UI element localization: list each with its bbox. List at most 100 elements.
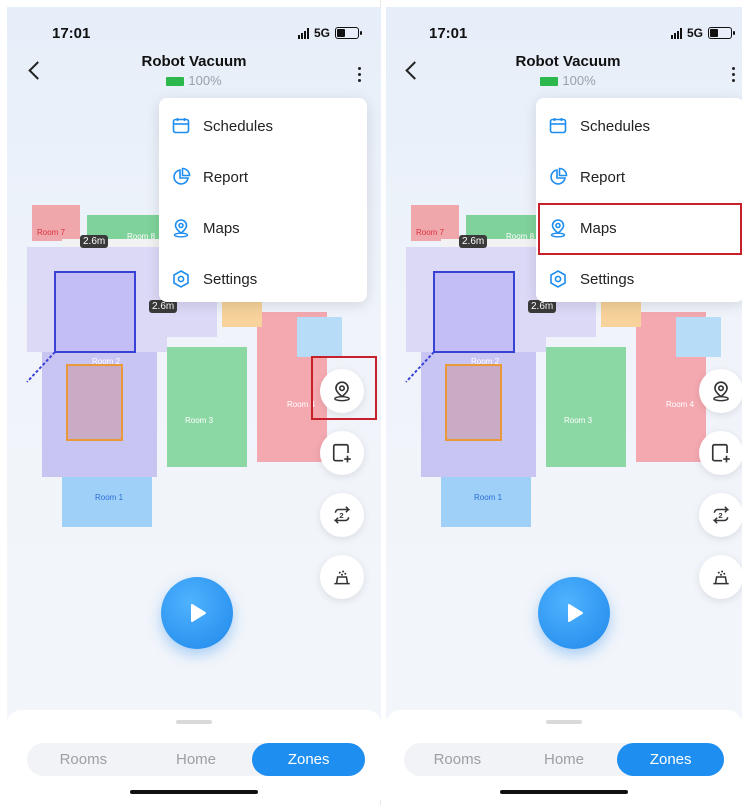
tab-home[interactable]: Home [140,743,253,776]
svg-text:2: 2 [339,511,343,520]
battery-icon [708,27,735,39]
mop-icon [334,570,350,585]
tab-rooms[interactable]: Rooms [404,743,511,776]
bottom-sheet: Rooms Home Zones [7,710,381,800]
more-menu-button[interactable] [352,67,366,82]
menu-item-schedules[interactable]: Schedules [536,101,742,151]
status-time: 17:01 [429,25,468,42]
dropdown-menu: Schedules Report Maps Settings [159,98,367,302]
svg-text:2: 2 [718,511,722,520]
phone-screen-right: 17:01 5G Robot Vacuum 100% Room 7 Room 8… [386,7,742,800]
bottom-sheet: Rooms Home Zones [386,710,742,800]
sheet-grabber[interactable] [546,720,582,724]
battery-badge-icon [540,77,559,87]
room-label: Room 3 [185,416,214,425]
tab-zones[interactable]: Zones [252,743,366,776]
map-pin-icon [713,381,729,402]
pie-chart-icon [550,167,568,185]
room-1-area [441,477,531,527]
menu-item-report[interactable]: Report [536,152,742,202]
battery-icon [335,27,362,39]
add-zone-button[interactable] [699,431,742,475]
menu-item-label: Schedules [203,117,274,135]
mode-tabs: Rooms Home Zones [404,743,725,776]
menu-item-maps[interactable]: Maps [159,203,367,253]
tab-rooms[interactable]: Rooms [27,743,140,776]
battery-status: 100% [386,73,742,88]
add-zone-icon [332,443,351,463]
battery-percent: 100% [188,73,222,88]
room-3-area [167,347,247,467]
status-bar-right: 5G [297,26,362,40]
phone-screen-left: 17:01 5G Robot Vacuum 100% Room 7 Room 8… [7,7,381,800]
network-label: 5G [686,26,703,40]
repeat-2-icon: 2 [712,506,730,524]
home-indicator [130,790,258,794]
tab-home[interactable]: Home [511,743,618,776]
hexagon-gear-icon [173,270,189,288]
highlight-maps-item [538,203,742,255]
add-zone-icon [711,443,730,463]
room-label: Room 2 [92,357,121,366]
calendar-icon [549,118,567,134]
battery-status: 100% [7,73,381,88]
dimension-label: 2.6m [80,235,109,248]
menu-item-label: Report [580,168,626,186]
room-label: Room 1 [474,493,503,502]
repeat-2-icon: 2 [333,506,351,524]
add-zone-button[interactable] [320,431,364,475]
room-label: Room 1 [95,493,124,502]
menu-item-report[interactable]: Report [159,152,367,202]
map-pin-button[interactable] [699,369,742,413]
pie-chart-icon [173,167,191,185]
start-cleaning-button[interactable] [538,577,610,649]
repeat-cleaning-button[interactable]: 2 [320,493,364,537]
mop-icon [713,570,729,585]
mop-mode-button[interactable] [699,555,742,599]
mop-mode-button[interactable] [320,555,364,599]
tab-zones[interactable]: Zones [617,743,725,776]
selected-zone-blue [433,271,515,353]
dropdown-menu: Schedules Report Maps Settings [536,98,742,302]
room-label: Room 4 [666,400,695,409]
status-time: 17:01 [52,25,91,42]
play-icon [568,604,583,622]
dimension-label: 2.6m [459,235,488,248]
signal-icon [670,27,682,39]
map-pin-icon [173,219,189,238]
sheet-grabber[interactable] [176,720,212,724]
page-title: Robot Vacuum [141,53,247,70]
room-label: Room 8 [127,232,156,241]
page-title: Robot Vacuum [515,53,621,70]
room-1-area [62,477,152,527]
battery-percent: 100% [562,73,596,88]
menu-item-label: Schedules [580,117,651,135]
network-label: 5G [313,26,330,40]
play-icon [191,604,206,622]
more-menu-button[interactable] [726,67,740,82]
room-label: Room 7 [416,228,445,237]
mode-tabs: Rooms Home Zones [27,743,366,776]
battery-badge-icon [166,77,185,87]
menu-item-label: Maps [203,219,240,237]
selected-zone-orange [445,364,502,441]
room-label: Room 3 [564,416,593,425]
hexagon-gear-icon [550,270,566,288]
menu-item-label: Report [203,168,249,186]
start-cleaning-button[interactable] [161,577,233,649]
selected-zone-blue [54,271,136,353]
selected-zone-orange [66,364,123,441]
calendar-icon [172,118,190,134]
signal-icon [297,27,309,39]
menu-item-label: Settings [580,270,635,288]
menu-item-schedules[interactable]: Schedules [159,101,367,151]
menu-item-label: Settings [203,270,258,288]
room-3-area [546,347,626,467]
menu-item-settings[interactable]: Settings [536,254,742,304]
home-indicator [500,790,628,794]
highlight-map-pin-button [311,356,377,420]
room-label: Room 2 [471,357,500,366]
status-bar-right: 5G [670,26,735,40]
menu-item-settings[interactable]: Settings [159,254,367,304]
repeat-cleaning-button[interactable]: 2 [699,493,742,537]
